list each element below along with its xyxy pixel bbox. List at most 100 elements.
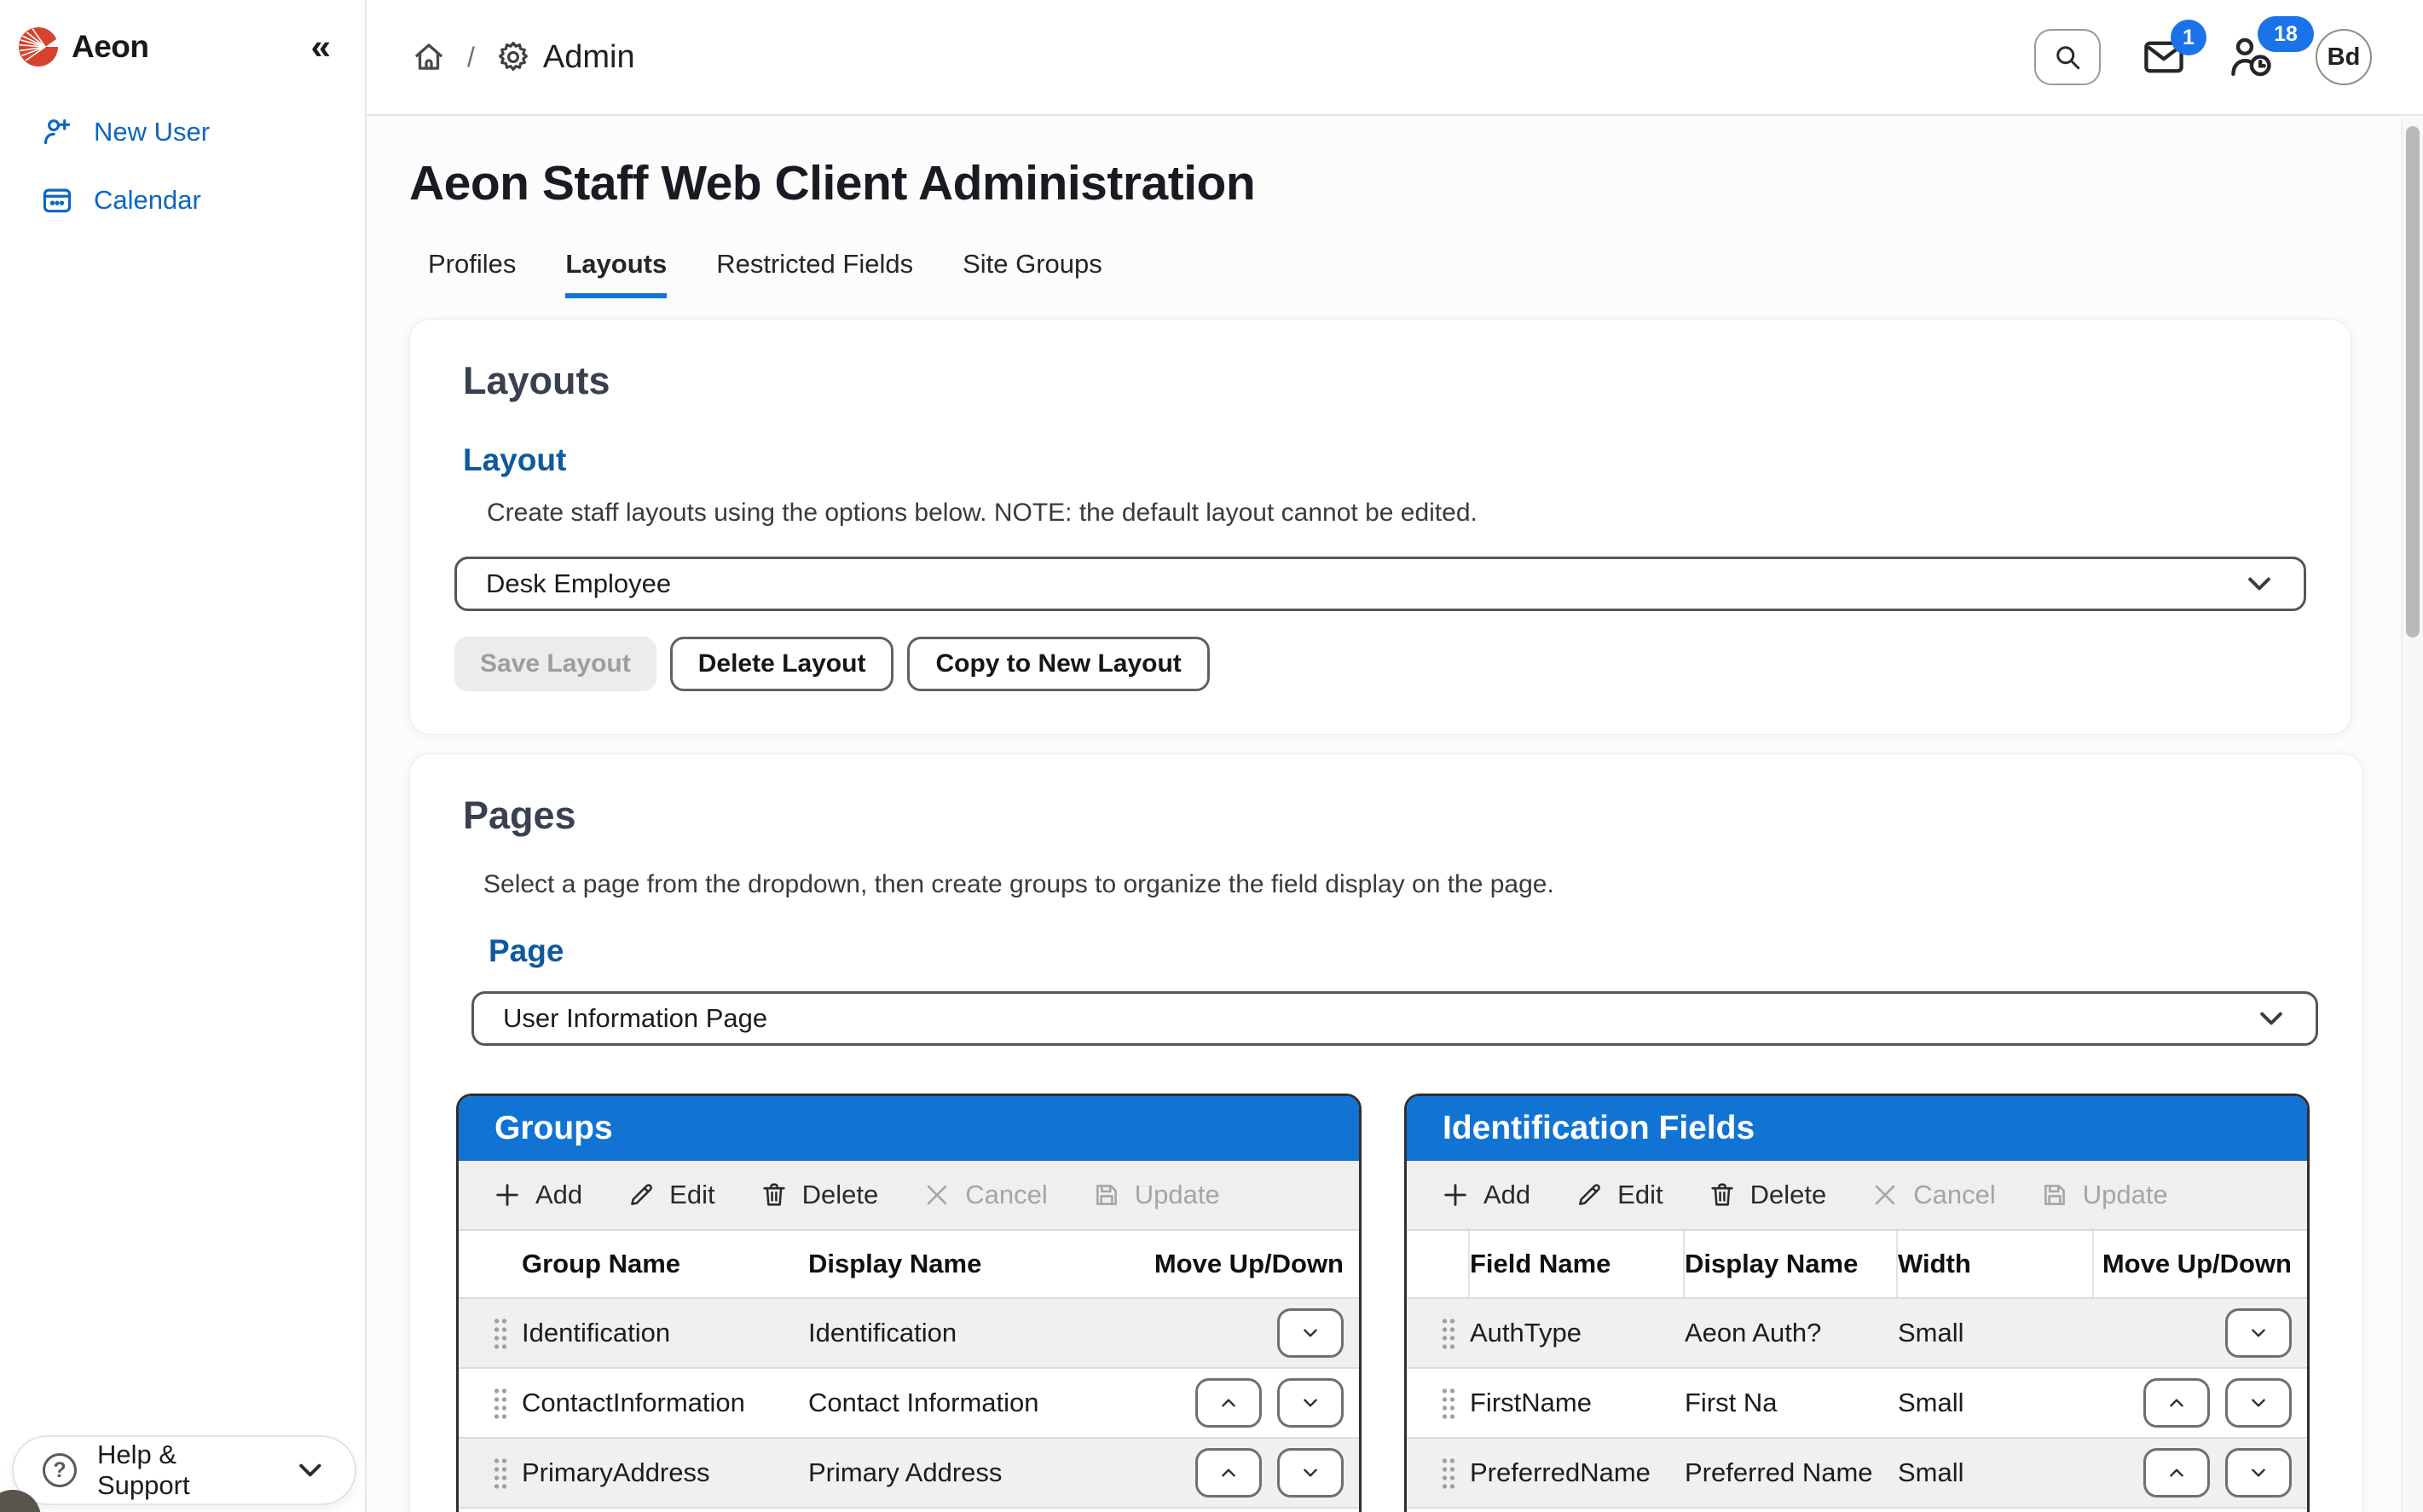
move-down-button[interactable] — [1277, 1448, 1344, 1498]
update-button[interactable]: Update — [2040, 1180, 2168, 1210]
drag-handle-icon[interactable] — [493, 1317, 508, 1349]
move-up-button[interactable] — [2143, 1448, 2210, 1498]
table-row: ContactInformation Contact Information — [459, 1367, 1359, 1437]
sidebar-collapse-icon[interactable]: « — [311, 29, 331, 65]
move-up-button[interactable] — [2143, 1378, 2210, 1428]
identification-fields-panel: Identification Fields Add Edit Delete Ca… — [1404, 1094, 2310, 1512]
avatar[interactable]: Bd — [2316, 29, 2372, 85]
home-icon[interactable] — [411, 39, 447, 75]
vertical-scrollbar[interactable] — [2401, 118, 2423, 1512]
add-button[interactable]: Add — [1441, 1180, 1530, 1210]
move-up-button[interactable] — [1195, 1378, 1262, 1428]
page-subheading: Page — [489, 933, 2318, 969]
drag-handle-icon[interactable] — [1441, 1457, 1456, 1489]
cancel-button[interactable]: Cancel — [922, 1180, 1048, 1210]
move-down-button[interactable] — [2225, 1378, 2292, 1428]
display-name-cell: Aeon Auth? — [1685, 1318, 1898, 1348]
add-button[interactable]: Add — [493, 1180, 582, 1210]
tab-restricted-fields[interactable]: Restricted Fields — [716, 249, 913, 298]
layout-select[interactable]: Desk Employee — [454, 557, 2306, 611]
chevron-up-icon — [1215, 1463, 1242, 1482]
page-select-value: User Information Page — [503, 1003, 767, 1034]
page-select[interactable]: User Information Page — [471, 991, 2318, 1046]
help-support-label: Help & Support — [97, 1440, 275, 1501]
copy-to-new-layout-button[interactable]: Copy to New Layout — [907, 637, 1209, 691]
search-button[interactable] — [2034, 29, 2101, 85]
drag-handle-icon[interactable] — [1441, 1387, 1456, 1419]
pages-description: Select a page from the dropdown, then cr… — [483, 870, 2318, 899]
user-plus-icon — [41, 116, 73, 148]
plus-icon — [493, 1180, 522, 1209]
edit-button[interactable]: Edit — [1575, 1180, 1663, 1210]
drag-handle-icon[interactable] — [1441, 1317, 1456, 1349]
cancel-button[interactable]: Cancel — [1871, 1180, 1996, 1210]
chevron-down-icon — [1297, 1463, 1324, 1482]
cancel-label: Cancel — [1913, 1180, 1996, 1210]
save-layout-button[interactable]: Save Layout — [454, 637, 656, 691]
tab-profiles[interactable]: Profiles — [428, 249, 516, 298]
brand-name: Aeon — [72, 29, 149, 65]
group-name-cell: ContactInformation — [522, 1388, 808, 1418]
edit-label: Edit — [1617, 1180, 1663, 1210]
mail-button[interactable]: 1 — [2142, 35, 2186, 79]
delete-layout-button[interactable]: Delete Layout — [670, 637, 894, 691]
pencil-icon — [627, 1180, 656, 1209]
chevron-up-icon — [2163, 1463, 2190, 1482]
brand: Aeon — [19, 27, 149, 66]
floppy-icon — [1092, 1180, 1121, 1209]
move-down-button[interactable] — [2225, 1308, 2292, 1358]
topbar-actions: 1 18 Bd — [2034, 29, 2372, 85]
sidebar-item-calendar[interactable]: Calendar — [41, 184, 365, 216]
scrollbar-thumb[interactable] — [2406, 126, 2420, 638]
drag-handle-icon[interactable] — [493, 1387, 508, 1419]
move-down-button[interactable] — [2225, 1448, 2292, 1498]
chevron-down-icon — [2256, 1003, 2287, 1034]
tab-site-groups[interactable]: Site Groups — [963, 249, 1102, 298]
gear-icon — [495, 39, 531, 75]
panels-row: Groups Add Edit Delete Cancel Update Gro… — [456, 1094, 2318, 1512]
move-up-button[interactable] — [1195, 1448, 1262, 1498]
edit-button[interactable]: Edit — [627, 1180, 714, 1210]
update-button[interactable]: Update — [1092, 1180, 1220, 1210]
tab-layouts[interactable]: Layouts — [565, 249, 667, 298]
topbar: / Admin 1 18 Bd — [367, 0, 2423, 116]
sidebar-item-label: Calendar — [94, 185, 201, 216]
layout-subheading: Layout — [463, 442, 2306, 478]
groups-toolbar: Add Edit Delete Cancel Update — [459, 1161, 1359, 1231]
pages-card: Pages Select a page from the dropdown, t… — [409, 753, 2363, 1512]
breadcrumb: / Admin — [411, 39, 635, 76]
sidebar-header: Aeon « — [0, 0, 365, 66]
column-display-name: Display Name — [1685, 1231, 1898, 1297]
update-label: Update — [2083, 1180, 2168, 1210]
breadcrumb-separator: / — [467, 42, 475, 73]
page-title: Aeon Staff Web Client Administration — [409, 155, 2423, 211]
delete-button[interactable]: Delete — [1708, 1180, 1827, 1210]
trash-icon — [760, 1180, 789, 1209]
floppy-icon — [2040, 1180, 2069, 1209]
chevron-down-icon — [2245, 1324, 2272, 1342]
delete-button[interactable]: Delete — [760, 1180, 879, 1210]
move-down-button[interactable] — [1277, 1378, 1344, 1428]
display-name-cell: First Na — [1685, 1388, 1898, 1418]
width-cell: Small — [1898, 1457, 2094, 1488]
main-area: / Admin 1 18 Bd — [367, 0, 2423, 1512]
aeon-logo-icon — [19, 27, 58, 66]
people-activity-button[interactable]: 18 — [2227, 33, 2275, 81]
drag-handle-icon[interactable] — [493, 1457, 508, 1489]
chevron-down-icon — [2245, 1463, 2272, 1482]
groups-panel-title: Groups — [459, 1096, 1359, 1161]
fields-panel-title: Identification Fields — [1407, 1096, 2307, 1161]
help-support-button[interactable]: ? Help & Support — [12, 1435, 356, 1505]
group-name-cell: PrimaryAddress — [522, 1457, 808, 1488]
cancel-label: Cancel — [965, 1180, 1048, 1210]
move-down-button[interactable] — [1277, 1308, 1344, 1358]
groups-panel: Groups Add Edit Delete Cancel Update Gro… — [456, 1094, 1362, 1512]
display-name-cell: Contact Information — [808, 1388, 1146, 1418]
chevron-down-icon — [1297, 1394, 1324, 1412]
sidebar-item-new-user[interactable]: New User — [41, 116, 365, 148]
breadcrumb-admin[interactable]: Admin — [495, 39, 635, 76]
table-row: Identification Identification — [459, 1297, 1359, 1367]
app-window: Aeon « New User Calendar ? Help & Suppor… — [0, 0, 2423, 1512]
table-row: PrimaryAddress Primary Address — [459, 1437, 1359, 1507]
table-row: AuthType Aeon Auth? Small — [1407, 1297, 2307, 1367]
